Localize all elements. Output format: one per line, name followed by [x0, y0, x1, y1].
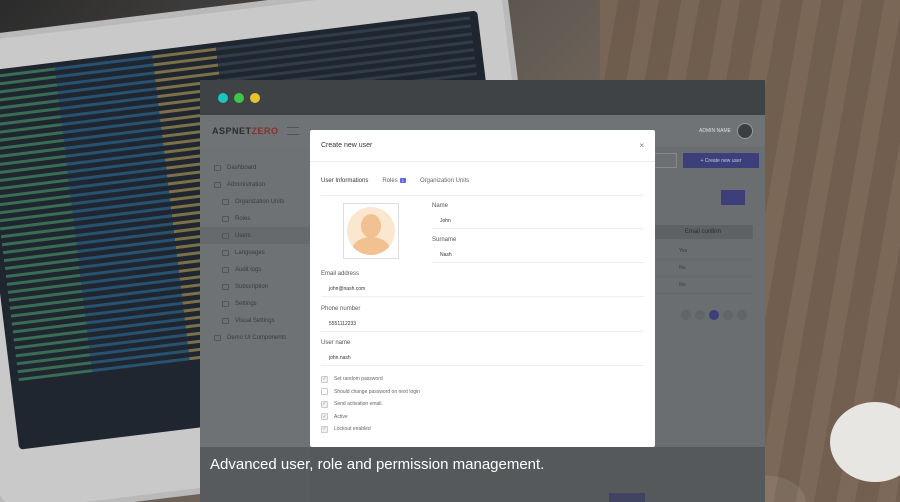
create-user-modal: Create new user × User Informations Role… — [310, 130, 655, 447]
sidebar-item-label: Demo UI Components — [227, 334, 287, 341]
sidebar-item[interactable]: Organization Units — [200, 193, 310, 210]
avatar[interactable] — [737, 123, 753, 139]
checkbox-checked[interactable]: ✓ — [321, 400, 328, 408]
sidebar-item-label: Users — [235, 232, 251, 239]
sidebar-item[interactable]: Demo UI Components — [200, 329, 310, 346]
name-label: Name — [432, 203, 449, 209]
pager-prev[interactable] — [695, 310, 705, 320]
modal-header: Create new user × — [310, 130, 655, 162]
checkbox-row[interactable]: Should change password on next login — [321, 386, 420, 399]
menu-toggle-icon[interactable] — [286, 127, 299, 135]
sidebar-item[interactable]: Settings — [200, 295, 310, 312]
menu-item-icon — [222, 232, 229, 239]
pagination — [681, 310, 747, 320]
sidebar-item-label: Subscription — [235, 283, 269, 290]
menu-item-icon — [214, 334, 221, 341]
tab-organization-units[interactable]: Organization Units — [420, 178, 469, 190]
checkbox-label: Should change password on next login — [334, 388, 420, 395]
checkbox-label: Send activation email. — [334, 401, 383, 408]
window-dot-yellow[interactable] — [250, 92, 260, 103]
email-label: Email address — [321, 271, 360, 277]
caption-text: Advanced user, role and permission manag… — [210, 456, 545, 473]
user-name: ADMIN NAME — [699, 128, 731, 134]
profile-picture[interactable] — [343, 203, 399, 259]
checkbox-row[interactable]: ✓ Set random password — [321, 373, 420, 386]
sidebar-item[interactable]: Roles — [200, 210, 310, 227]
checkbox-label: Lockout enabled — [334, 426, 371, 433]
checkbox-label: Set random password — [334, 376, 383, 383]
checkbox-list: ✓ Set random password Should change passwo… — [321, 373, 420, 436]
close-icon[interactable]: × — [639, 141, 644, 150]
sidebar-item-label: Roles — [235, 215, 251, 222]
menu-item-icon — [214, 181, 221, 188]
pager-next[interactable] — [723, 310, 733, 320]
toolbar-actions: + Create new user — [647, 153, 759, 168]
sidebar-item-label: Audit logs — [235, 266, 262, 273]
sidebar-item-label: Languages — [235, 249, 265, 256]
menu-item-icon — [222, 317, 229, 324]
checkbox-unchecked[interactable] — [321, 388, 328, 396]
email-confirm-column-header[interactable]: Email confirm — [653, 225, 753, 239]
table-cell: No — [653, 277, 753, 294]
menu-item-icon — [222, 266, 229, 273]
menu-item-icon — [222, 198, 229, 205]
email-field[interactable]: john@nash.com — [321, 282, 644, 297]
username-field[interactable]: john.nash — [321, 351, 644, 366]
sidebar-item-label: Dashboard — [227, 164, 257, 171]
table-cell: Yes — [653, 243, 753, 260]
window-titlebar — [200, 80, 765, 115]
user-avatar-icon — [347, 207, 395, 255]
sidebar-item-label: Administration — [227, 181, 266, 188]
checkbox-checked[interactable]: ✓ — [321, 425, 328, 433]
checkbox-checked[interactable]: ✓ — [321, 375, 328, 383]
tab-roles[interactable]: Roles 1 — [382, 178, 406, 190]
app-logo[interactable]: ASPNETZERO — [212, 126, 279, 136]
sidebar-item-label: Visual Settings — [235, 317, 275, 324]
sidebar-item[interactable]: Administration — [200, 176, 310, 193]
pager-page-1[interactable] — [709, 310, 719, 320]
sidebar-item[interactable]: Users — [200, 227, 310, 244]
window-dot-teal[interactable] — [218, 92, 228, 103]
surname-field[interactable]: Nash — [432, 248, 644, 263]
checkbox-row[interactable]: ✓ Send activation email. — [321, 398, 420, 411]
username-label: User name — [321, 340, 351, 346]
pager-first[interactable] — [681, 310, 691, 320]
menu-item-icon — [222, 215, 229, 222]
sidebar-item[interactable]: Subscription — [200, 278, 310, 295]
caption-bar: Advanced user, role and permission manag… — [200, 447, 765, 502]
menu-item-icon — [222, 300, 229, 307]
checkbox-checked[interactable]: ✓ — [321, 413, 328, 421]
sidebar-item[interactable]: Visual Settings — [200, 312, 310, 329]
modal-title: Create new user — [321, 142, 373, 149]
phone-label: Phone number — [321, 306, 361, 312]
surname-label: Surname — [432, 237, 457, 243]
sidebar-item[interactable]: Audit logs — [200, 261, 310, 278]
email-confirm-cells: Yes No No — [653, 243, 753, 294]
menu-item-icon — [222, 283, 229, 290]
sidebar-item-label: Organization Units — [235, 198, 285, 205]
pager-last[interactable] — [737, 310, 747, 320]
sidebar-item[interactable]: Dashboard — [200, 159, 310, 176]
create-new-user-button[interactable]: + Create new user — [683, 153, 759, 168]
phone-field[interactable]: 5551112233 — [321, 317, 644, 332]
window-dot-green[interactable] — [234, 92, 244, 103]
checkbox-row[interactable]: ✓ Lockout enabled — [321, 423, 420, 436]
search-button[interactable] — [721, 190, 745, 205]
table-cell: No — [653, 260, 753, 277]
user-menu[interactable]: ADMIN NAME — [699, 123, 753, 139]
checkbox-label: Active — [334, 413, 348, 420]
sidebar-item-label: Settings — [235, 300, 257, 307]
tab-user-informations[interactable]: User Informations — [321, 178, 369, 196]
roles-count-badge: 1 — [399, 178, 406, 183]
checkbox-row[interactable]: ✓ Active — [321, 411, 420, 424]
name-field[interactable]: John — [432, 214, 644, 229]
menu-item-icon — [214, 164, 221, 171]
menu-item-icon — [222, 249, 229, 256]
modal-tabs: User Informations Roles 1 Organization Un… — [321, 178, 469, 196]
sidebar-item[interactable]: Languages — [200, 244, 310, 261]
